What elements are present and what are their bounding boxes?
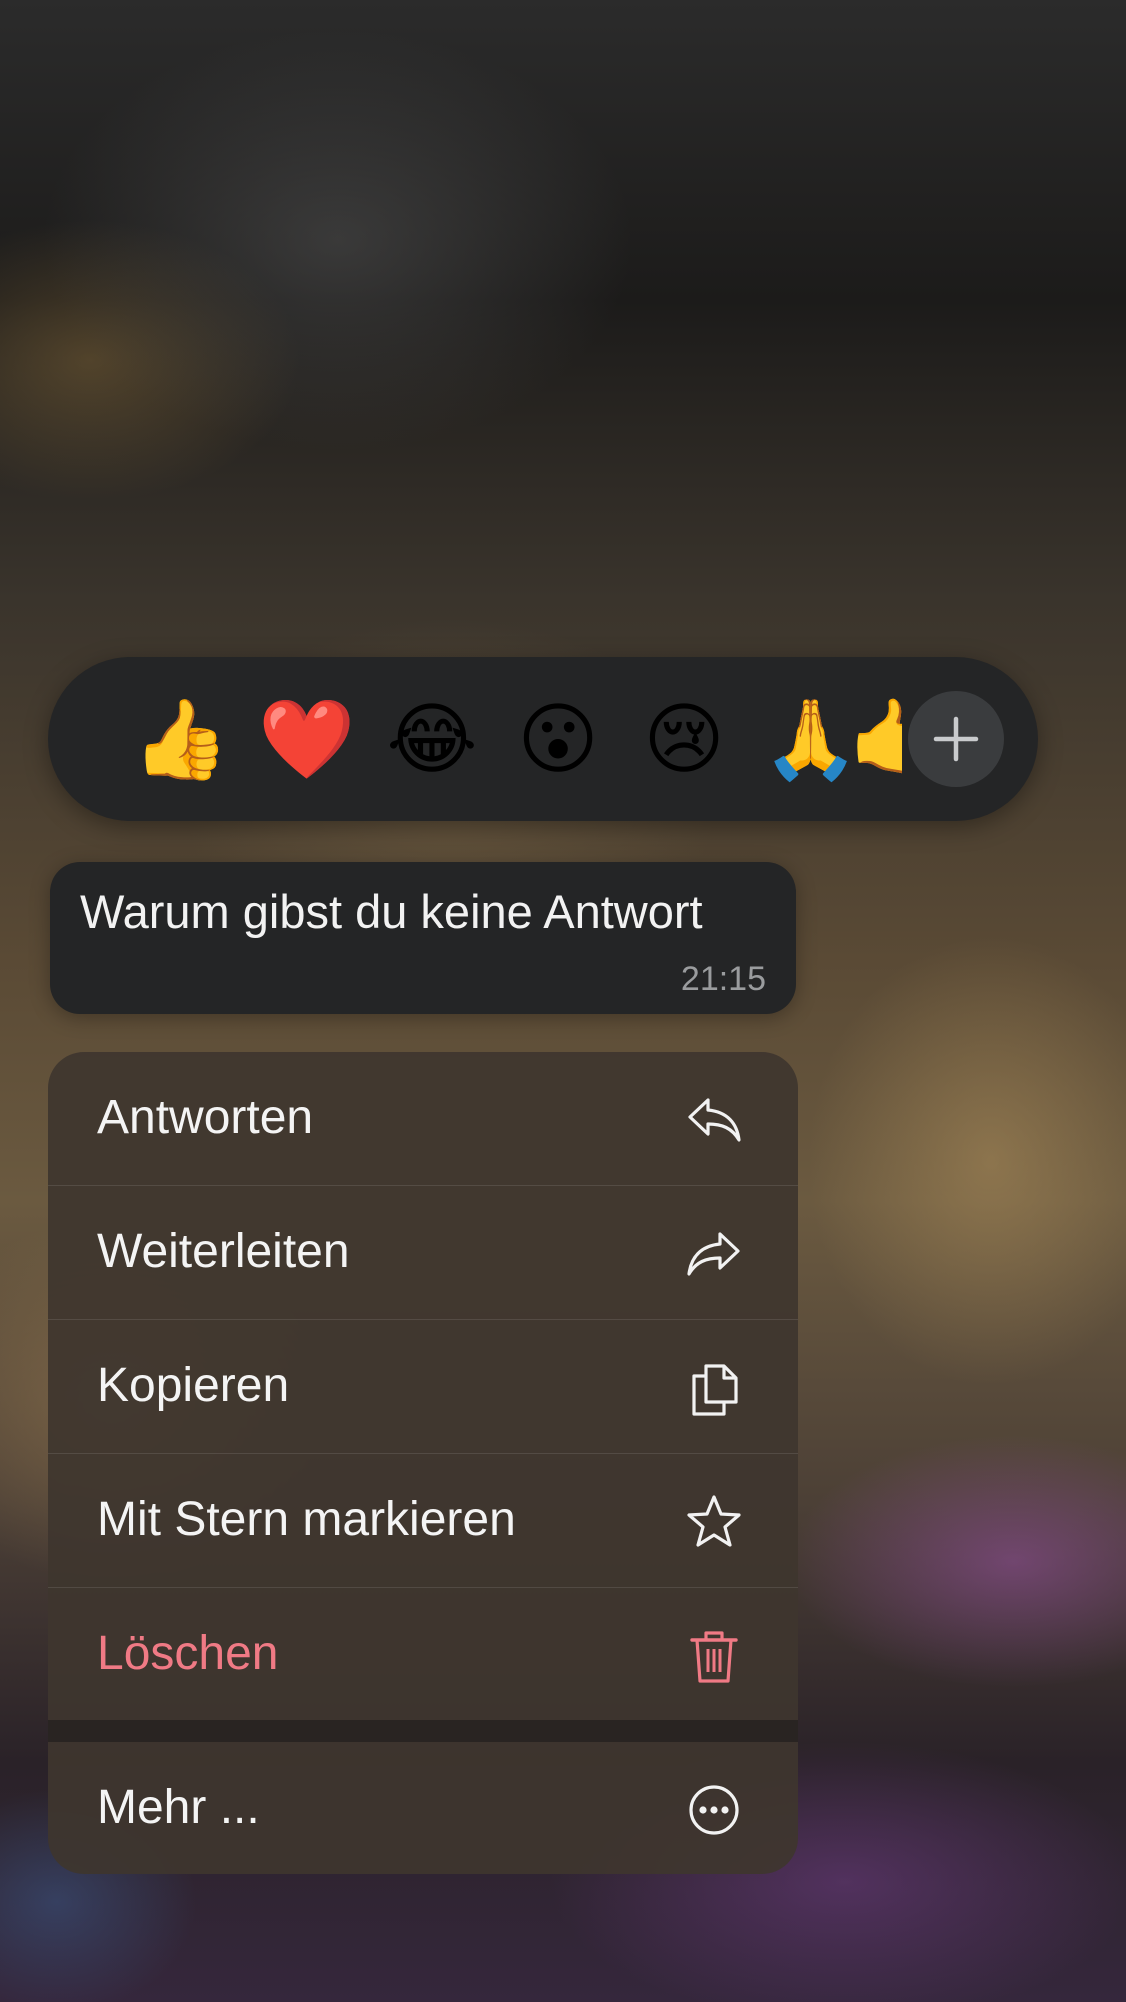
more-icon [689,1785,739,1835]
forward-icon [687,1232,740,1276]
menu-item-label: Mit Stern markieren [97,1493,516,1546]
plus-icon [933,716,979,762]
star-icon [687,1495,741,1547]
add-reaction-button[interactable] [908,691,1004,787]
reaction-partial-emoji[interactable]: 🤙 [848,695,902,785]
reaction-folded-hands[interactable]: 🙏 [762,695,859,785]
menu-item-forward[interactable]: Weiterleiten [48,1186,798,1320]
message-text: Warum gibst du keine Antwort [80,885,703,938]
message-bubble[interactable]: Warum gibst du keine Antwort 21:15 [50,862,796,1014]
reaction-surprised[interactable]: 😮 [510,695,606,785]
menu-item-label: Kopieren [97,1359,290,1412]
reaction-red-heart[interactable]: ❤️ [258,695,355,785]
message-timestamp: 21:15 [680,960,766,998]
menu-divider [48,1720,798,1742]
reply-icon [688,1098,741,1142]
reaction-tears-of-joy[interactable]: 😂 [384,695,480,785]
menu-item-label: Antworten [97,1091,314,1144]
menu-item-star[interactable]: Mit Stern markieren [48,1454,798,1588]
trash-icon [690,1631,738,1683]
menu-item-delete[interactable]: Löschen [48,1588,798,1721]
reaction-bar: 👍 ❤️ 😂 😮 😢 🙏 🤙 [48,657,1038,821]
reaction-thumbs-up[interactable]: 👍 [132,695,229,785]
menu-item-label: Weiterleiten [97,1225,350,1278]
chat-context-screen: 👍 ❤️ 😂 😮 😢 🙏 🤙 Warum gibst du keine Antw… [0,0,1126,2002]
menu-item-label: Löschen [97,1627,279,1680]
menu-item-reply[interactable]: Antworten [48,1052,798,1186]
context-menu: Antworten Weiterleiten Kopieren Mit Ster… [48,1052,798,1874]
copy-icon [692,1364,738,1416]
reaction-partial: 🤙 [848,695,902,785]
menu-item-label: Mehr ... [97,1781,260,1834]
menu-item-more[interactable]: Mehr ... [48,1742,798,1874]
menu-item-copy[interactable]: Kopieren [48,1320,798,1454]
reaction-crying[interactable]: 😢 [636,695,732,785]
